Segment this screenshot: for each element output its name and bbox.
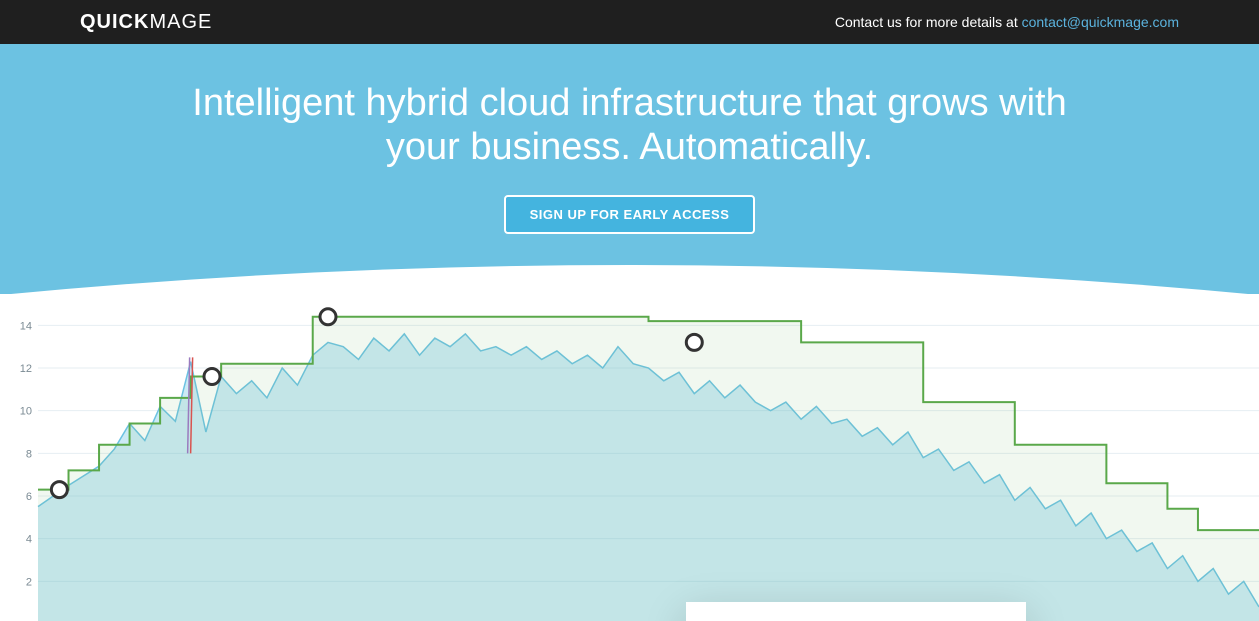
hero: Intelligent hybrid cloud infrastructure … bbox=[0, 44, 1259, 294]
svg-text:12: 12 bbox=[20, 363, 32, 375]
hero-title: Intelligent hybrid cloud infrastructure … bbox=[180, 82, 1080, 169]
chart: 2468101214-35 sec-30 sec-25 sec-20 sec-1… bbox=[0, 294, 1259, 621]
tooltip-card: New container has been created to accomm… bbox=[686, 602, 1026, 621]
contact-text: Contact us for more details at contact@q… bbox=[835, 14, 1179, 30]
header-bar: QUICKMAGE Contact us for more details at… bbox=[0, 0, 1259, 44]
svg-text:4: 4 bbox=[26, 534, 32, 546]
svg-text:6: 6 bbox=[26, 491, 32, 503]
signup-button[interactable]: SIGN UP FOR EARLY ACCESS bbox=[504, 195, 756, 234]
logo-bold: QUICK bbox=[80, 11, 149, 33]
chart-svg: 2468101214-35 sec-30 sec-25 sec-20 sec-1… bbox=[20, 294, 1259, 621]
contact-email-link[interactable]: contact@quickmage.com bbox=[1022, 14, 1179, 30]
svg-text:10: 10 bbox=[20, 406, 32, 418]
logo-light: MAGE bbox=[149, 11, 212, 33]
hero-curve bbox=[0, 255, 1259, 295]
logo: QUICKMAGE bbox=[80, 11, 212, 34]
svg-text:8: 8 bbox=[26, 449, 32, 461]
contact-prefix: Contact us for more details at bbox=[835, 14, 1022, 30]
svg-text:2: 2 bbox=[26, 577, 32, 589]
svg-text:14: 14 bbox=[20, 321, 32, 333]
